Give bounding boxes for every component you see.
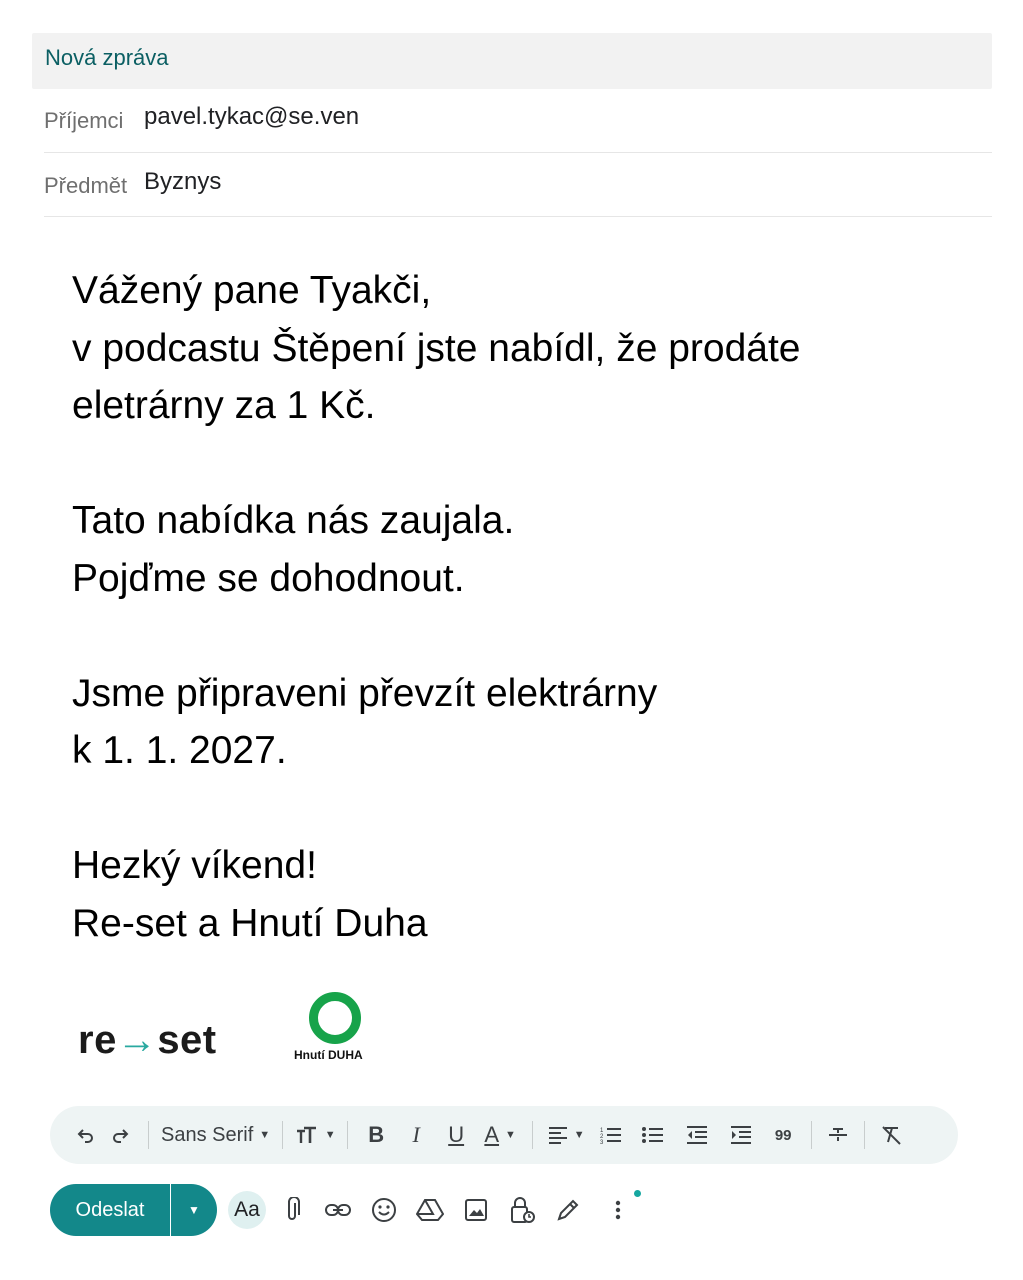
quote-icon[interactable]: 99 — [763, 1115, 803, 1155]
chevron-down-icon: ▼ — [505, 1129, 516, 1141]
body-line: Pojďme se dohodnout. — [72, 556, 465, 600]
font-family-label: Sans Serif — [161, 1123, 254, 1146]
bold-icon[interactable]: B — [356, 1115, 396, 1155]
body-line — [72, 607, 952, 665]
chevron-down-icon: ▼ — [573, 1129, 585, 1141]
formatting-options-button[interactable]: Aa — [228, 1191, 266, 1229]
toolbar-divider — [864, 1121, 866, 1149]
strikethrough-icon[interactable] — [820, 1115, 856, 1155]
subject-input[interactable]: Byznys — [144, 168, 221, 196]
underline-icon[interactable]: U — [436, 1115, 476, 1155]
body-line: Vážený pane Tyakči, — [72, 269, 432, 312]
compose-title: Nová zpráva — [45, 45, 169, 70]
reset-logo: re→set — [78, 1018, 217, 1063]
body-line: Hezký víkend! — [72, 844, 317, 887]
reset-logo-text: set — [157, 1018, 217, 1062]
body-line — [72, 435, 952, 493]
undo-icon[interactable] — [72, 1115, 100, 1155]
signature-logos: re→set Hnutí DUHA — [78, 990, 398, 1070]
toolbar-divider — [347, 1121, 349, 1149]
hnuti-duha-logo — [309, 992, 361, 1044]
redo-icon[interactable] — [100, 1115, 140, 1155]
image-icon[interactable] — [460, 1194, 492, 1226]
indent-more-icon[interactable] — [719, 1115, 763, 1155]
notification-dot — [634, 1190, 641, 1197]
compose-actions: Odeslat ▼ Aa — [50, 1184, 670, 1236]
toolbar-divider — [532, 1121, 534, 1149]
confidential-icon[interactable] — [506, 1194, 538, 1226]
remove-formatting-icon[interactable] — [873, 1115, 909, 1155]
svg-text:3: 3 — [600, 1140, 604, 1144]
text-size-icon[interactable]: ▼ — [291, 1115, 339, 1155]
toolbar-divider — [282, 1121, 284, 1149]
body-line: Tato nabídka nás zaujala. — [72, 499, 515, 542]
hnuti-duha-label: Hnutí DUHA — [294, 1048, 363, 1062]
signature-icon[interactable] — [552, 1194, 584, 1226]
body-line: k 1. 1. 2027. — [72, 729, 287, 772]
indent-less-icon[interactable] — [675, 1115, 719, 1155]
subject-label: Předmět — [44, 173, 128, 198]
reset-logo-text: re — [78, 1018, 117, 1062]
toolbar-divider — [148, 1121, 149, 1149]
link-icon[interactable] — [322, 1194, 354, 1226]
recipients-field[interactable]: Příjemci pavel.tykac@se.ven — [44, 89, 992, 153]
subject-field[interactable]: Předmět Byznys — [44, 153, 992, 217]
body-line: eletrárny za 1 Kč. — [72, 384, 376, 427]
quote-glyph: 99 — [774, 1126, 792, 1144]
drive-icon[interactable] — [414, 1194, 446, 1226]
body-line: v podcastu Štěpení jste nabídl, že prodá… — [72, 326, 801, 370]
body-line: Jsme připraveni převzít elektrárny — [72, 671, 658, 715]
numbered-list-icon[interactable]: 123 — [591, 1115, 631, 1155]
chevron-down-icon: ▼ — [259, 1129, 271, 1141]
send-options-chevron-down-icon[interactable]: ▼ — [171, 1184, 217, 1236]
message-body[interactable]: Vážený pane Tyakči, v podcastu Štěpení j… — [72, 262, 952, 952]
body-line: Re-set a Hnutí Duha — [72, 901, 428, 945]
send-button[interactable]: Odeslat — [50, 1184, 170, 1236]
italic-icon[interactable]: I — [396, 1115, 436, 1155]
font-family-select[interactable]: Sans Serif ▼ — [157, 1115, 274, 1155]
body-line — [72, 780, 952, 838]
toolbar-divider — [811, 1121, 813, 1149]
recipients-input[interactable]: pavel.tykac@se.ven — [144, 103, 359, 131]
recipients-label: Příjemci — [44, 108, 124, 133]
attach-icon[interactable] — [276, 1194, 308, 1226]
bulleted-list-icon[interactable] — [631, 1115, 675, 1155]
emoji-icon[interactable] — [368, 1194, 400, 1226]
more-options-icon[interactable] — [602, 1194, 634, 1226]
align-icon[interactable]: ▼ — [541, 1115, 591, 1155]
formatting-toolbar: Sans Serif ▼ ▼ B I U A ▼ ▼ 123 99 — [50, 1106, 958, 1164]
text-color-icon[interactable]: A ▼ — [476, 1115, 524, 1155]
chevron-down-icon: ▼ — [324, 1129, 336, 1141]
compose-header: Nová zpráva — [32, 33, 992, 89]
reset-logo-arrow: → — [116, 1018, 158, 1062]
